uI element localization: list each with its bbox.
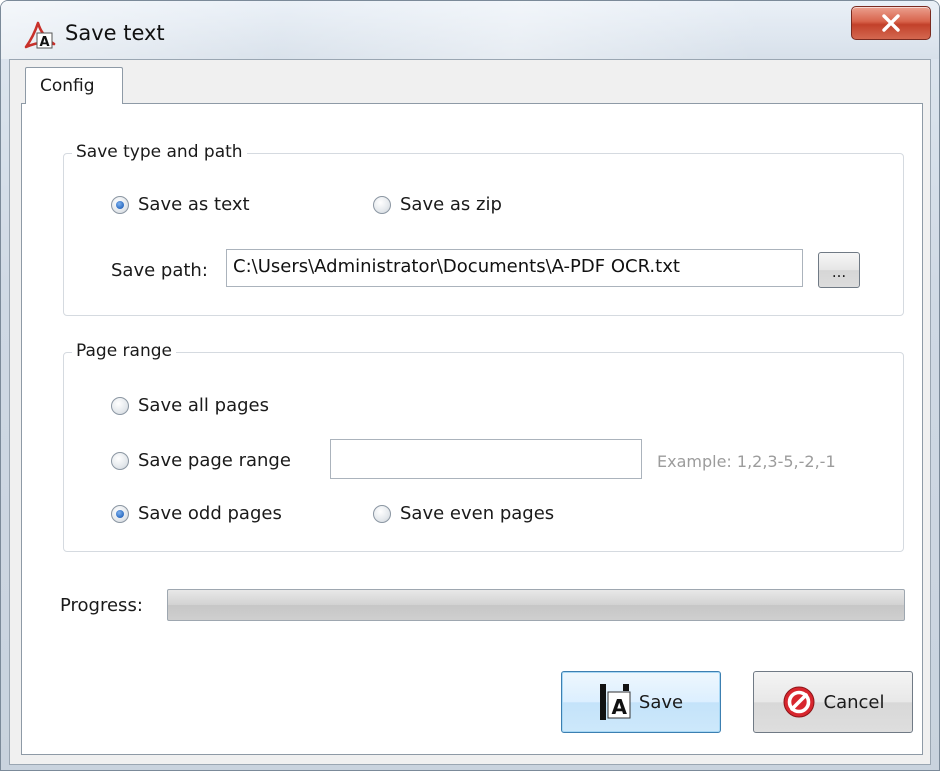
page-range-input[interactable] [330,439,642,479]
save-as-zip-label: Save as zip [400,194,502,215]
save-odd-pages-radio[interactable]: Save odd pages [111,503,282,524]
save-path-input[interactable]: C:\Users\Administrator\Documents\A-PDF O… [226,249,803,287]
a-pdf-logo-icon: A [23,20,57,50]
save-doc-icon: A [599,683,631,721]
save-even-pages-radio[interactable]: Save even pages [373,503,554,524]
save-button[interactable]: A Save [561,671,721,733]
radio-checked-icon [111,195,129,214]
page-range-group-title: Page range [72,341,176,361]
radio-unchecked-icon [111,451,129,470]
radio-unchecked-icon [111,396,129,415]
save-as-text-label: Save as text [138,194,250,215]
svg-text:A: A [40,35,50,50]
progress-label: Progress: [60,595,143,616]
cancel-button-label: Cancel [823,691,885,713]
close-button[interactable] [851,6,931,40]
save-as-text-radio[interactable]: Save as text [111,194,250,215]
progress-bar [167,589,905,621]
window-title: Save text [65,21,165,45]
radio-checked-icon [111,504,129,523]
browse-button[interactable]: ... [818,252,860,288]
save-type-group: Save type and path Save as text Save as … [63,142,904,316]
save-path-label: Save path: [111,260,208,281]
radio-unchecked-icon [373,195,391,214]
cancel-button[interactable]: Cancel [753,671,913,733]
save-as-zip-radio[interactable]: Save as zip [373,194,502,215]
radio-unchecked-icon [373,504,391,523]
save-type-group-title: Save type and path [72,142,247,162]
cancel-icon [782,685,816,719]
save-all-pages-label: Save all pages [138,395,269,416]
config-tab-panel: Save type and path Save as text Save as … [21,103,923,755]
save-page-range-radio[interactable]: Save page range [111,450,291,471]
tab-config[interactable]: Config [25,67,123,104]
page-range-example: Example: 1,2,3-5,-2,-1 [657,452,836,471]
save-button-label: Save [638,691,684,713]
title-bar[interactable]: A Save text [1,1,939,59]
tab-config-label: Config [40,76,95,96]
save-path-value: C:\Users\Administrator\Documents\A-PDF O… [233,256,680,277]
save-page-range-label: Save page range [138,450,291,471]
close-icon [881,14,901,32]
save-even-pages-label: Save even pages [400,503,555,524]
browse-button-label: ... [831,263,847,281]
page-range-group: Page range Save all pages Save page rang… [63,341,904,552]
save-odd-pages-label: Save odd pages [138,503,282,524]
save-text-dialog: A Save text Config Save type and path Sa… [0,0,940,771]
save-all-pages-radio[interactable]: Save all pages [111,395,269,416]
svg-text:A: A [611,695,627,719]
